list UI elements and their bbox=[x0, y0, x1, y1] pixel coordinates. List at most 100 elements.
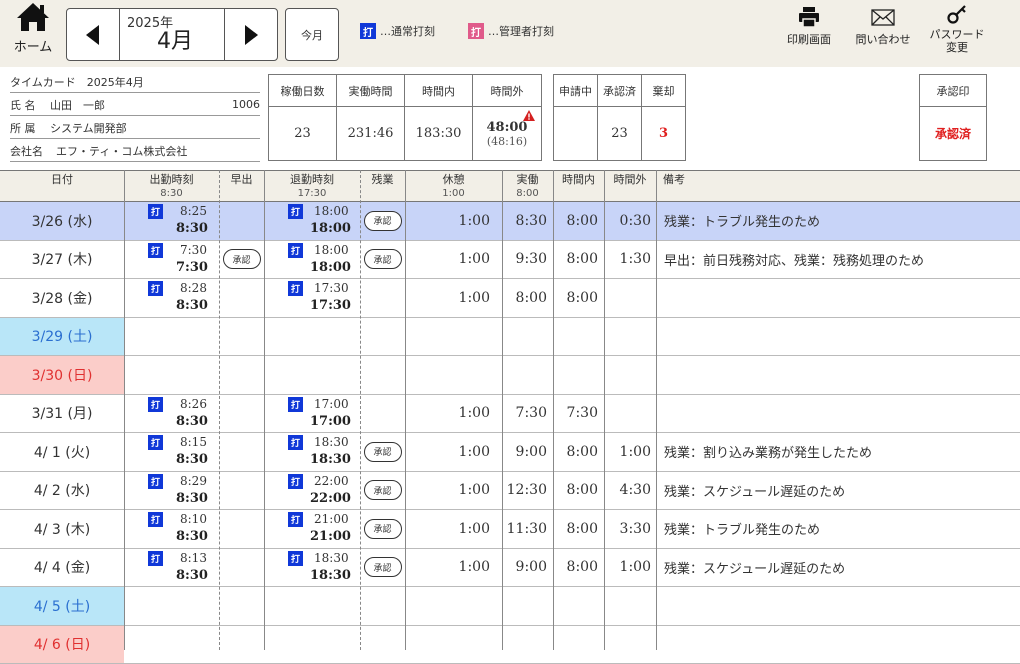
table-row[interactable]: 3/29 (土) bbox=[0, 318, 1020, 357]
rejected-col: 棄却 3 bbox=[642, 75, 685, 160]
envelope-icon bbox=[870, 5, 896, 29]
timecard-title: タイムカード 2025年4月 bbox=[10, 74, 144, 90]
date-cell: 3/27 (木) bbox=[0, 241, 124, 279]
approved-value: 23 bbox=[598, 107, 641, 160]
overtime-approve-button[interactable]: 承認 bbox=[364, 249, 402, 269]
col-divider bbox=[502, 170, 503, 650]
col-clock-in-label: 出勤時刻 bbox=[150, 173, 194, 186]
clock-out-raw: 21:00 bbox=[314, 512, 349, 526]
table-row[interactable]: 4/ 1 (火)打8:158:30打18:3018:30承認1:009:008:… bbox=[0, 433, 1020, 472]
break-cell: 1:00 bbox=[405, 279, 502, 317]
legend-normal-label: …通常打刻 bbox=[380, 23, 435, 39]
table-row[interactable]: 4/ 2 (水)打8:298:30打22:0022:00承認1:0012:308… bbox=[0, 472, 1020, 511]
table-row[interactable]: 3/31 (月)打8:268:30打17:0017:001:007:307:30 bbox=[0, 395, 1020, 434]
overtime-approve-button[interactable]: 承認 bbox=[364, 519, 402, 539]
col-divider bbox=[264, 170, 265, 650]
clock-out-cell: 打17:3017:30 bbox=[264, 279, 360, 317]
clock-in-cell bbox=[124, 587, 219, 625]
punch-normal-icon: 打 bbox=[288, 397, 303, 412]
within-cell bbox=[553, 318, 604, 356]
within-cell: 8:00 bbox=[553, 241, 604, 279]
overtime-approve-button[interactable]: 承認 bbox=[364, 442, 402, 462]
table-row[interactable]: 3/28 (金)打8:288:30打17:3017:301:008:008:00 bbox=[0, 279, 1020, 318]
col-break-sub: 1:00 bbox=[442, 188, 464, 199]
clock-out-cell bbox=[264, 626, 360, 664]
overtime-approve-button[interactable]: 承認 bbox=[364, 480, 402, 500]
punch-normal-icon: 打 bbox=[360, 23, 376, 39]
clock-out-raw: 18:00 bbox=[314, 243, 349, 257]
clock-in-cell: 打8:158:30 bbox=[124, 433, 219, 471]
col-clock-out-sub: 17:30 bbox=[298, 188, 327, 199]
clock-in-rounded: 8:30 bbox=[176, 452, 208, 467]
table-row[interactable]: 3/30 (日) bbox=[0, 356, 1020, 395]
clock-in-cell: 打8:298:30 bbox=[124, 472, 219, 510]
note-cell: 残業：割り込み業務が発生したため bbox=[656, 433, 1020, 471]
clock-in-raw: 8:26 bbox=[180, 397, 207, 411]
clock-in-rounded: 8:30 bbox=[176, 414, 208, 429]
actual-cell bbox=[502, 318, 553, 356]
break-cell: 1:00 bbox=[405, 202, 502, 240]
outside-cell: 4:30 bbox=[604, 472, 656, 510]
within-cell: 8:00 bbox=[553, 472, 604, 510]
overtime-approve-button[interactable]: 承認 bbox=[364, 211, 402, 231]
col-divider bbox=[405, 170, 406, 650]
col-actual-label: 実働 bbox=[517, 173, 539, 186]
overtime-cell bbox=[360, 626, 405, 664]
contact-button[interactable]: 問い合わせ bbox=[852, 5, 914, 46]
col-break-header: 休憩1:00 bbox=[405, 171, 502, 201]
col-actual-header: 実働8:00 bbox=[502, 171, 553, 201]
early-approve-button[interactable]: 承認 bbox=[223, 249, 261, 269]
outside-hours-col: 時間外 48:00 (48:16) bbox=[473, 75, 541, 160]
punch-normal-icon: 打 bbox=[148, 474, 163, 489]
table-row[interactable]: 3/26 (水)打8:258:30打18:0018:00承認1:008:308:… bbox=[0, 202, 1020, 241]
note-cell: 残業：スケジュール遅延のため bbox=[656, 472, 1020, 510]
legend-admin: 打 …管理者打刻 bbox=[468, 23, 554, 39]
clock-out-cell: 打18:0018:00 bbox=[264, 202, 360, 240]
actual-cell: 8:30 bbox=[502, 202, 553, 240]
outside-cell: 1:00 bbox=[604, 549, 656, 587]
punch-normal-icon: 打 bbox=[148, 204, 163, 219]
table-row[interactable]: 3/27 (木)打7:307:30承認打18:0018:00承認1:009:30… bbox=[0, 241, 1020, 280]
table-row[interactable]: 4/ 6 (日) bbox=[0, 626, 1020, 664]
clock-out-rounded: 18:30 bbox=[310, 452, 351, 467]
home-button[interactable]: ホーム bbox=[8, 2, 58, 62]
outside-cell bbox=[604, 587, 656, 625]
password-label-2: 変更 bbox=[926, 41, 988, 54]
stamp-col: 承認印 承認済 bbox=[920, 75, 986, 160]
this-month-button[interactable]: 今月 bbox=[285, 8, 339, 61]
application-summary-box: 申請中 承認済 23 棄却 3 bbox=[553, 74, 686, 161]
company-row: 会社名 エフ・ティ・コム株式会社 bbox=[10, 140, 260, 162]
col-divider bbox=[604, 170, 605, 650]
print-button[interactable]: 印刷画面 bbox=[784, 5, 834, 46]
overtime-cell: 承認 bbox=[360, 510, 405, 548]
punch-normal-icon: 打 bbox=[148, 281, 163, 296]
punch-normal-icon: 打 bbox=[148, 397, 163, 412]
actual-hours-col: 実働時間 231:46 bbox=[337, 75, 405, 160]
clock-out-rounded: 21:00 bbox=[310, 529, 351, 544]
password-change-button[interactable]: パスワード 変更 bbox=[926, 3, 988, 54]
table-row[interactable]: 4/ 4 (金)打8:138:30打18:3018:30承認1:009:008:… bbox=[0, 549, 1020, 588]
overtime-approve-button[interactable]: 承認 bbox=[364, 557, 402, 577]
early-cell bbox=[219, 202, 264, 240]
punch-normal-icon: 打 bbox=[148, 435, 163, 450]
col-clock-out-label: 退勤時刻 bbox=[290, 173, 334, 186]
overtime-cell: 承認 bbox=[360, 241, 405, 279]
approval-stamp-box: 承認印 承認済 bbox=[919, 74, 987, 161]
col-early-header: 早出 bbox=[219, 171, 264, 201]
clock-in-cell: 打8:138:30 bbox=[124, 549, 219, 587]
punch-normal-icon: 打 bbox=[288, 243, 303, 258]
clock-in-cell: 打8:258:30 bbox=[124, 202, 219, 240]
clock-out-raw: 18:30 bbox=[314, 551, 349, 565]
table-row[interactable]: 4/ 5 (土) bbox=[0, 587, 1020, 626]
table-row[interactable]: 4/ 3 (木)打8:108:30打21:0021:00承認1:0011:308… bbox=[0, 510, 1020, 549]
contact-label: 問い合わせ bbox=[856, 33, 911, 46]
within-cell: 8:00 bbox=[553, 433, 604, 471]
prev-month-button[interactable] bbox=[67, 9, 119, 60]
clock-out-cell bbox=[264, 356, 360, 394]
clock-out-rounded: 17:30 bbox=[310, 298, 351, 313]
next-month-button[interactable] bbox=[225, 9, 277, 60]
outside-hours-sub: (48:16) bbox=[487, 135, 527, 148]
outside-cell: 1:00 bbox=[604, 433, 656, 471]
clock-out-cell: 打21:0021:00 bbox=[264, 510, 360, 548]
print-label: 印刷画面 bbox=[787, 33, 831, 46]
